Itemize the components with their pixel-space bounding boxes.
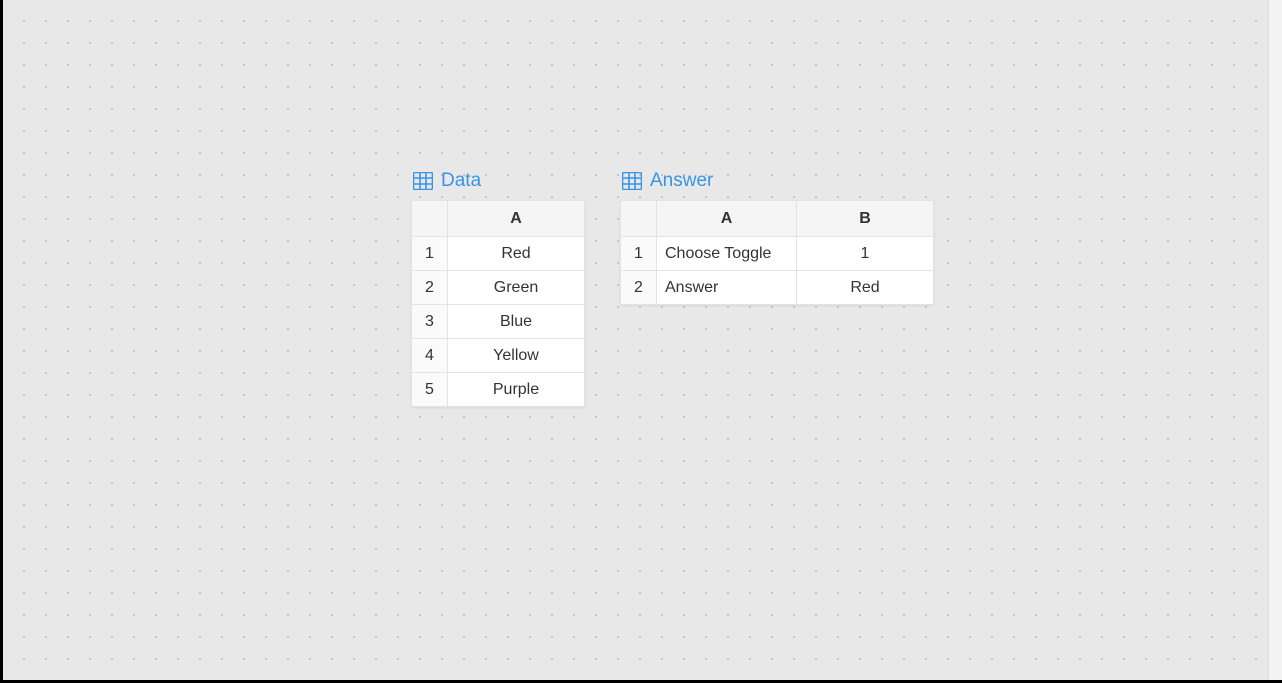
data-table-col-a[interactable]: A [448,201,585,237]
cell[interactable]: Green [448,271,585,305]
table-icon [413,172,433,190]
data-table[interactable]: A 1 Red 2 Green 3 Blue 4 Yellow [411,200,585,407]
data-table-title: Data [441,170,481,192]
answer-table-head-row: A B [621,201,934,237]
cell[interactable]: Choose Toggle [657,237,797,271]
cell[interactable]: 1 [797,237,934,271]
rownum[interactable]: 1 [621,237,657,271]
answer-table-block[interactable]: Answer A B 1 Choose Toggle 1 2 Answer [620,170,934,305]
cell[interactable]: Purple [448,373,585,407]
answer-table-col-b[interactable]: B [797,201,934,237]
table-row: 2 Green [412,271,585,305]
cell[interactable]: Answer [657,271,797,305]
rownum[interactable]: 2 [412,271,448,305]
rownum[interactable]: 4 [412,339,448,373]
answer-table-title: Answer [650,170,713,192]
canvas[interactable]: Data A 1 Red 2 Green 3 Bl [3,0,1282,680]
table-row: 1 Choose Toggle 1 [621,237,934,271]
vertical-scrollbar[interactable] [1268,0,1282,680]
table-row: 1 Red [412,237,585,271]
answer-table[interactable]: A B 1 Choose Toggle 1 2 Answer Red [620,200,934,305]
cell[interactable]: Blue [448,305,585,339]
data-table-block[interactable]: Data A 1 Red 2 Green 3 Bl [411,170,585,407]
table-row: 3 Blue [412,305,585,339]
cell[interactable]: Yellow [448,339,585,373]
table-row: 5 Purple [412,373,585,407]
table-row: 2 Answer Red [621,271,934,305]
data-table-corner[interactable] [412,201,448,237]
rownum[interactable]: 3 [412,305,448,339]
cell[interactable]: Red [797,271,934,305]
table-icon [622,172,642,190]
rownum[interactable]: 2 [621,271,657,305]
data-table-title-row[interactable]: Data [411,170,585,192]
rownum[interactable]: 5 [412,373,448,407]
answer-table-corner[interactable] [621,201,657,237]
table-row: 4 Yellow [412,339,585,373]
rownum[interactable]: 1 [412,237,448,271]
answer-table-title-row[interactable]: Answer [620,170,934,192]
data-table-head-row: A [412,201,585,237]
cell[interactable]: Red [448,237,585,271]
answer-table-col-a[interactable]: A [657,201,797,237]
